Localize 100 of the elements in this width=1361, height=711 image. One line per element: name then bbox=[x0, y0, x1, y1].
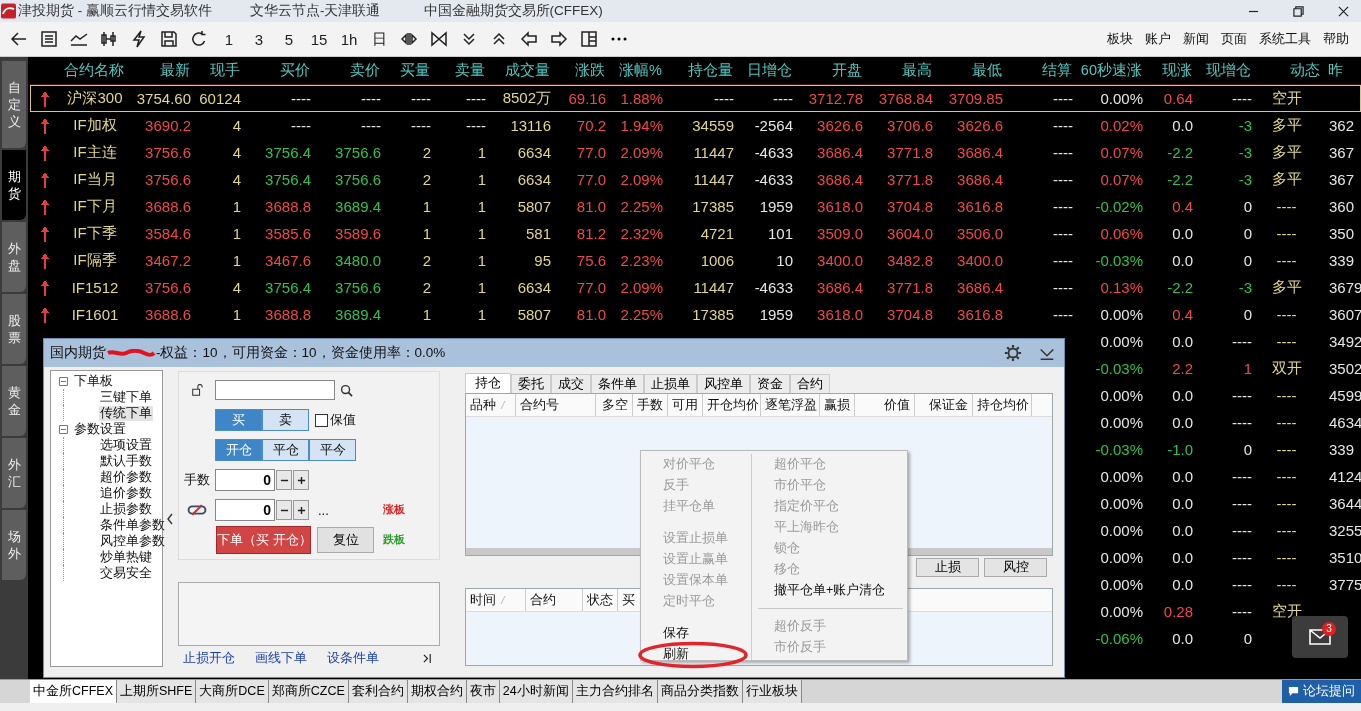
table-cell-text: 1 bbox=[476, 171, 486, 188]
table-cell-text: 1.88% bbox=[619, 90, 663, 107]
table-cell-text: 3709.85 bbox=[947, 90, 1003, 107]
table-cell-text: 3492 bbox=[1328, 333, 1361, 350]
table-cell-text: 2.25% bbox=[619, 198, 663, 215]
table-cell-text: 17385 bbox=[691, 198, 734, 215]
table-cell-text: 4 bbox=[231, 171, 241, 188]
table-cell-text: 2 bbox=[421, 171, 431, 188]
table-cell-text: ---- bbox=[1275, 333, 1298, 350]
table-cell-text: 1 bbox=[421, 225, 431, 242]
table-cell-text: -3 bbox=[1237, 171, 1252, 188]
table-cell-text: ---- bbox=[1231, 549, 1252, 566]
table-cell-text: 0.0 bbox=[1171, 549, 1193, 566]
table-cell-text: ---- bbox=[1275, 225, 1298, 242]
table-cell-text: 3506.0 bbox=[956, 225, 1003, 242]
table-cell-text: 0.0 bbox=[1171, 252, 1193, 269]
table-cell-text: IF下月 bbox=[72, 197, 118, 216]
table-cell-text: 3756.6 bbox=[334, 171, 381, 188]
window-title: 津投期货 - 赢顺云行情交易软件 bbox=[18, 2, 212, 20]
table-cell-text: 3616.8 bbox=[956, 306, 1003, 323]
table-cell-text: -0.03% bbox=[1094, 441, 1143, 458]
table-cell-text: 多平 bbox=[1270, 143, 1303, 162]
table-cell-text: ---- bbox=[1231, 522, 1252, 539]
table-cell-text: 17385 bbox=[691, 306, 734, 323]
table-cell-text: 3686.4 bbox=[816, 279, 863, 296]
table-cell-text: 1 bbox=[231, 306, 241, 323]
table-cell-text: 3589.6 bbox=[334, 225, 381, 242]
table-cell-text: 60124 bbox=[198, 90, 241, 107]
table-cell-text: -1.0 bbox=[1166, 441, 1193, 458]
table-cell-text: ---- bbox=[410, 117, 431, 134]
table-cell-text: 1 bbox=[476, 225, 486, 242]
table-cell-text: 1 bbox=[476, 144, 486, 161]
notification-badge: 3 bbox=[1322, 622, 1336, 636]
table-cell-text: 3686.4 bbox=[816, 144, 863, 161]
table-cell-text: 0 bbox=[1242, 225, 1252, 242]
table-cell-text: 3756.6 bbox=[334, 144, 381, 161]
panel-title: 国内期货 bbox=[50, 344, 106, 362]
table-cell-text: 8502万 bbox=[501, 89, 551, 108]
table-cell-text: 3679 bbox=[1328, 279, 1361, 296]
table-cell-text: 0.00% bbox=[1099, 306, 1143, 323]
table-cell-text: 3756.6 bbox=[334, 279, 381, 296]
table-cell-text: 2.09% bbox=[619, 279, 663, 296]
table-cell-text: 3686.4 bbox=[956, 144, 1003, 161]
table-cell-text: ---- bbox=[1052, 144, 1073, 161]
table-cell-text: 34559 bbox=[691, 117, 734, 134]
table-cell-text: ---- bbox=[1275, 198, 1298, 215]
table-cell-text: 0.0 bbox=[1171, 630, 1193, 647]
table-cell-text: 3690.2 bbox=[144, 117, 191, 134]
table-cell-text: 0.00% bbox=[1099, 576, 1143, 593]
table-cell-text: 3771.8 bbox=[886, 144, 933, 161]
table-cell-text: ---- bbox=[1275, 414, 1298, 431]
table-cell-text: 多平 bbox=[1270, 170, 1303, 189]
table-cell-text: 0.0 bbox=[1171, 576, 1193, 593]
table-cell-text: 1 bbox=[421, 198, 431, 215]
table-cell-text: IF1601 bbox=[70, 306, 120, 323]
table-cell-text: 多平 bbox=[1270, 278, 1303, 297]
table-cell-text: IF主连 bbox=[72, 143, 118, 162]
table-cell-text: 3626.6 bbox=[816, 117, 863, 134]
table-cell-text: ---- bbox=[465, 117, 486, 134]
table-cell-text: 101 bbox=[766, 225, 793, 242]
table-cell-text: 0.00% bbox=[1099, 522, 1143, 539]
table-cell-text: 3688.6 bbox=[144, 198, 191, 215]
table-cell-text: 3616.8 bbox=[956, 198, 1003, 215]
table-cell-text: 77.0 bbox=[575, 279, 606, 296]
table-cell-text: 0.00% bbox=[1099, 90, 1143, 107]
table-cell-text: 13116 bbox=[509, 117, 551, 134]
table-cell-text: 0.4 bbox=[1171, 198, 1193, 215]
table-cell-text: 0.28 bbox=[1162, 603, 1193, 620]
table-cell-text: 70.2 bbox=[575, 117, 606, 134]
table-cell-text: 3756.4 bbox=[264, 279, 311, 296]
table-cell-text: 0.0 bbox=[1171, 414, 1193, 431]
table-cell-text: ---- bbox=[360, 90, 381, 107]
table-cell-text: 1 bbox=[231, 252, 241, 269]
table-cell-text: -4633 bbox=[753, 279, 793, 296]
table-cell-text: 0.0 bbox=[1171, 333, 1193, 350]
table-cell-text: 339 bbox=[1328, 441, 1356, 458]
table-cell-text: 3510 bbox=[1328, 549, 1361, 566]
table-cell-text: 3585.6 bbox=[264, 225, 311, 242]
table-cell-text: 2.09% bbox=[619, 171, 663, 188]
table-cell-text: 0.02% bbox=[1099, 117, 1143, 134]
table-cell-text: 0 bbox=[1242, 306, 1252, 323]
table-cell-text: IF下季 bbox=[72, 224, 118, 243]
table-cell-text: ---- bbox=[465, 90, 486, 107]
table-cell-text: 3618.0 bbox=[816, 306, 863, 323]
table-cell-text: ---- bbox=[1231, 495, 1252, 512]
table-cell-text: 3686.4 bbox=[956, 279, 1003, 296]
table-cell-text: 3688.8 bbox=[264, 198, 311, 215]
table-cell-text: 11447 bbox=[692, 144, 734, 161]
table-cell-text: 3618.0 bbox=[816, 198, 863, 215]
table-cell-text: 3689.4 bbox=[334, 198, 381, 215]
table-cell-text: 2 bbox=[421, 144, 431, 161]
table-cell-text: 3509.0 bbox=[816, 225, 863, 242]
table-cell-text: 81.0 bbox=[575, 306, 606, 323]
table-cell-text: 1006 bbox=[699, 252, 734, 269]
table-cell-text: ---- bbox=[1231, 576, 1252, 593]
table-cell-text: 0.00% bbox=[1099, 495, 1143, 512]
table-cell-text: 0.0 bbox=[1171, 225, 1193, 242]
table-cell-text: ---- bbox=[290, 117, 311, 134]
table-cell-text: 5807 bbox=[516, 306, 551, 323]
table-cell-text: -4633 bbox=[753, 171, 793, 188]
